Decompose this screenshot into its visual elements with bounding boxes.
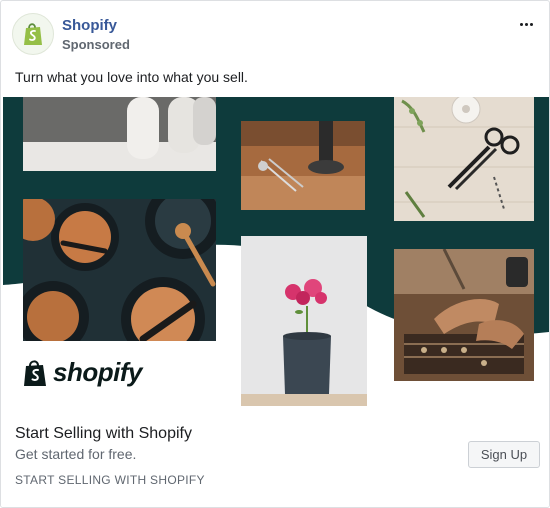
photo-scissors [394,97,534,221]
post-body-text: Turn what you love into what you sell. [15,69,248,85]
shopify-bag-icon [24,23,42,45]
page-name-link[interactable]: Shopify [62,17,117,34]
ad-headline[interactable]: Start Selling with Shopify [15,425,192,443]
post-header: Shopify Sponsored [1,1,549,63]
shopify-wordmark: shopify [53,357,142,387]
sponsored-post: Shopify Sponsored Turn what you love int… [0,0,550,508]
photo-jewelry-making [394,249,534,381]
shopify-logo: shopify [22,357,142,388]
shopping-bag-icon [24,359,46,386]
ad-creative-image[interactable]: shopify [3,97,549,407]
photo-leather-tools [241,121,365,210]
photo-flower-vase [241,236,367,406]
photo-white-vases [23,97,216,171]
ad-link-caption: START SELLING WITH SHOPIFY [15,473,205,487]
photo-wooden-bowls [23,199,216,341]
sign-up-button[interactable]: Sign Up [468,441,540,468]
ad-footer[interactable]: Start Selling with Shopify Get started f… [1,407,549,507]
ad-description: Get started for free. [15,446,137,462]
page-avatar[interactable] [12,13,54,55]
more-options-icon[interactable] [515,15,537,33]
sponsored-label[interactable]: Sponsored [62,37,130,52]
